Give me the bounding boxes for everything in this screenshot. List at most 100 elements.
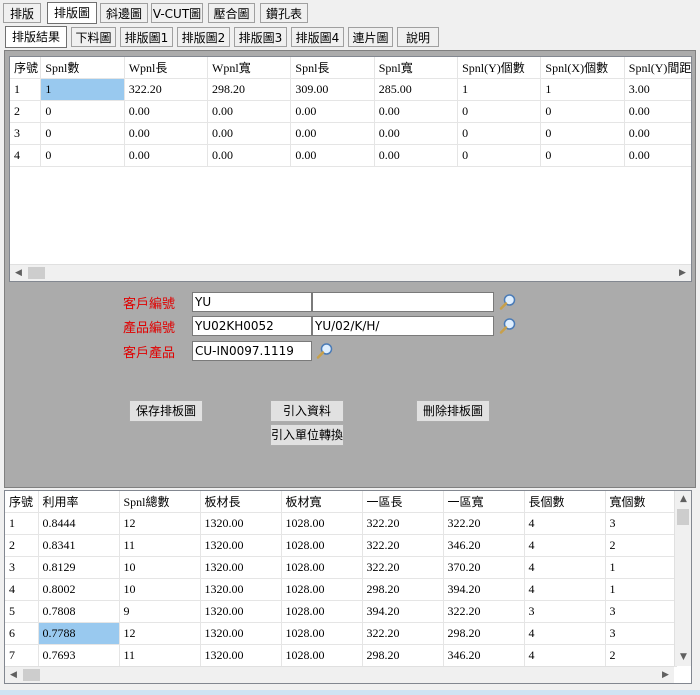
table-cell[interactable]: 0.7808 <box>38 600 120 623</box>
layout-result-grid[interactable]: 序號 Spnl數 Wpnl長 Wpnl寬 Spnl長 Spnl寬 Spnl(Y)… <box>9 56 692 282</box>
table-cell[interactable]: 370.20 <box>443 556 525 579</box>
table-cell[interactable]: 0 <box>540 100 625 123</box>
scroll-left-arrow-icon[interactable]: ◀ <box>5 667 22 683</box>
table-cell[interactable]: 1 <box>10 78 42 101</box>
col-header[interactable]: 一區長 <box>362 491 444 513</box>
table-cell[interactable]: 6 <box>5 622 39 645</box>
col-header[interactable]: 一區寬 <box>443 491 525 513</box>
col-header[interactable]: 寬個數 <box>605 491 677 513</box>
table-cell[interactable]: 9 <box>119 600 201 623</box>
tab-vcut-drawing[interactable]: V-CUT圖 <box>151 3 203 23</box>
table-row[interactable]: 3 0 0.00 0.00 0.00 0.00 0 0 0.00 <box>10 122 691 145</box>
table-row[interactable]: 3 0.8129 10 1320.00 1028.00 322.20 370.2… <box>5 556 677 579</box>
table-row[interactable]: 2 0 0.00 0.00 0.00 0.00 0 0 0.00 <box>10 100 691 123</box>
table-cell[interactable]: 3 <box>605 512 677 535</box>
col-header[interactable]: 板材寬 <box>281 491 363 513</box>
table-cell-selected[interactable]: 0.7788 <box>38 622 120 645</box>
customer-code-input[interactable]: YU <box>192 292 312 312</box>
table-cell[interactable]: 322.20 <box>362 512 444 535</box>
scrollbar-thumb[interactable] <box>23 669 40 681</box>
table-cell[interactable]: 0.00 <box>124 122 209 145</box>
col-header[interactable]: 序號 <box>5 491 39 513</box>
table-cell[interactable]: 1320.00 <box>200 512 282 535</box>
table-cell[interactable]: 11 <box>119 534 201 557</box>
table-cell[interactable]: 4 <box>5 578 39 601</box>
col-header[interactable]: Spnl長 <box>290 57 375 79</box>
table-row[interactable]: 5 0.7808 9 1320.00 1028.00 394.20 322.20… <box>5 600 677 623</box>
table-row[interactable]: 2 0.8341 11 1320.00 1028.00 322.20 346.2… <box>5 534 677 557</box>
tab-bevel-drawing[interactable]: 斜邊圖 <box>100 3 148 23</box>
col-header[interactable]: Wpnl寬 <box>207 57 292 79</box>
table-cell[interactable]: 4 <box>524 578 606 601</box>
customer-name-input[interactable] <box>312 292 494 312</box>
table-cell[interactable]: 1 <box>5 512 39 535</box>
table-cell[interactable]: 1 <box>540 78 625 101</box>
table-cell[interactable]: 0.00 <box>624 100 691 123</box>
tab-layout-drawing-1[interactable]: 排版圖1 <box>120 27 173 47</box>
table-cell[interactable]: 298.20 <box>362 644 444 667</box>
table-row[interactable]: 7 0.7693 11 1320.00 1028.00 298.20 346.2… <box>5 644 677 667</box>
table-cell[interactable]: 0 <box>540 144 625 167</box>
table-cell[interactable]: 0 <box>40 122 125 145</box>
tab-drill-table[interactable]: 鑽孔表 <box>260 3 308 23</box>
col-header[interactable]: 利用率 <box>38 491 120 513</box>
tab-layout-drawing-4[interactable]: 排版圖4 <box>291 27 344 47</box>
import-data-button[interactable]: 引入資料 <box>270 400 344 422</box>
scroll-down-arrow-icon[interactable]: ▼ <box>675 649 691 666</box>
tab-layout-result[interactable]: 排版結果 <box>5 26 67 48</box>
table-cell[interactable]: 298.20 <box>207 78 292 101</box>
table-cell[interactable]: 298.20 <box>362 578 444 601</box>
table-cell[interactable]: 2 <box>10 100 42 123</box>
table-cell[interactable]: 10 <box>119 556 201 579</box>
table-cell[interactable]: 1028.00 <box>281 600 363 623</box>
tab-layout-drawing[interactable]: 排版圖 <box>47 2 97 24</box>
col-header[interactable]: 序號 <box>10 57 42 79</box>
table-cell[interactable]: 0.00 <box>124 100 209 123</box>
table-cell[interactable]: 0.00 <box>374 100 459 123</box>
search-icon[interactable] <box>316 342 334 360</box>
table-cell[interactable]: 0.8341 <box>38 534 120 557</box>
table-row[interactable]: 4 0.8002 10 1320.00 1028.00 298.20 394.2… <box>5 578 677 601</box>
col-header[interactable]: Spnl(Y)間距 <box>624 57 691 79</box>
table-cell[interactable]: 1320.00 <box>200 644 282 667</box>
table-cell[interactable]: 2 <box>605 534 677 557</box>
table-cell[interactable]: 2 <box>605 644 677 667</box>
table-row[interactable]: 1 0.8444 12 1320.00 1028.00 322.20 322.2… <box>5 512 677 535</box>
table-cell[interactable]: 298.20 <box>443 622 525 645</box>
col-header[interactable]: Spnl總數 <box>119 491 201 513</box>
col-header[interactable]: Spnl寬 <box>374 57 459 79</box>
scrollbar-thumb[interactable] <box>677 509 689 525</box>
table-cell[interactable]: 0.00 <box>290 144 375 167</box>
table-cell[interactable]: 1 <box>605 578 677 601</box>
table-cell[interactable]: 0 <box>40 144 125 167</box>
scroll-right-arrow-icon[interactable]: ▶ <box>657 667 674 683</box>
vertical-scrollbar[interactable]: ▲ ▼ <box>674 491 691 666</box>
table-cell[interactable]: 0.00 <box>374 144 459 167</box>
table-cell[interactable]: 10 <box>119 578 201 601</box>
table-cell[interactable]: 1320.00 <box>200 622 282 645</box>
table-cell[interactable]: 346.20 <box>443 534 525 557</box>
scroll-up-arrow-icon[interactable]: ▲ <box>675 491 691 508</box>
table-cell[interactable]: 3 <box>605 622 677 645</box>
table-cell[interactable]: 1028.00 <box>281 556 363 579</box>
table-cell[interactable]: 2 <box>5 534 39 557</box>
col-header[interactable]: 板材長 <box>200 491 282 513</box>
col-header[interactable]: Wpnl長 <box>124 57 209 79</box>
table-cell[interactable]: 394.20 <box>443 578 525 601</box>
table-cell[interactable]: 3 <box>10 122 42 145</box>
col-header[interactable]: Spnl(Y)個數 <box>457 57 542 79</box>
table-cell[interactable]: 0.8002 <box>38 578 120 601</box>
tab-layout-drawing-3[interactable]: 排版圖3 <box>234 27 287 47</box>
table-cell[interactable]: 0.00 <box>624 122 691 145</box>
table-cell[interactable]: 322.20 <box>443 600 525 623</box>
table-cell[interactable]: 394.20 <box>362 600 444 623</box>
table-cell[interactable]: 0.00 <box>374 122 459 145</box>
table-cell[interactable]: 4 <box>524 644 606 667</box>
table-cell-selected[interactable]: 1 <box>40 78 125 101</box>
table-cell[interactable]: 322.20 <box>443 512 525 535</box>
table-cell[interactable]: 0 <box>457 144 542 167</box>
table-cell[interactable]: 1028.00 <box>281 512 363 535</box>
table-cell[interactable]: 1320.00 <box>200 578 282 601</box>
table-row[interactable]: 1 1 322.20 298.20 309.00 285.00 1 1 3.00 <box>10 78 691 101</box>
table-cell[interactable]: 4 <box>10 144 42 167</box>
